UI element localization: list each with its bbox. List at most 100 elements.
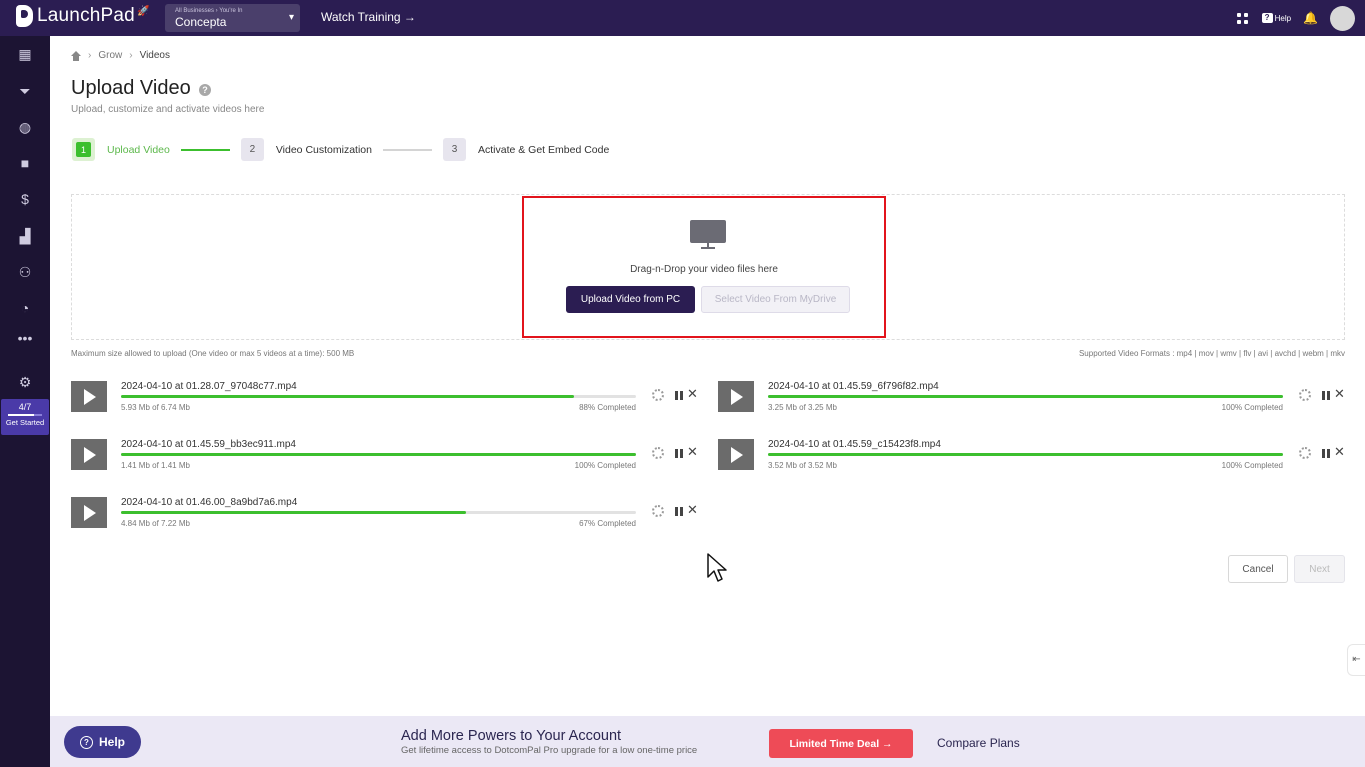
help-icon[interactable]: ?	[199, 84, 211, 96]
analytics-icon[interactable]: ▟	[17, 228, 33, 244]
step-connector	[180, 148, 230, 151]
logo-mark-icon	[16, 5, 33, 27]
monitor-icon	[690, 220, 726, 249]
apps-grid-icon[interactable]	[1236, 12, 1248, 24]
pause-icon[interactable]	[1322, 391, 1330, 400]
select-from-mydrive-button[interactable]: Select Video From MyDrive	[701, 286, 850, 313]
play-icon[interactable]	[71, 439, 107, 470]
bell-icon[interactable]: 🔔	[1303, 11, 1318, 25]
pause-icon[interactable]	[675, 391, 683, 400]
close-icon[interactable]: ✕	[1334, 386, 1345, 402]
upload-item: 2024-04-10 at 01.45.59_6f796f82.mp4 3.25…	[718, 381, 1348, 421]
promo-subtitle: Get lifetime access to DotcomPal Pro upg…	[401, 745, 698, 756]
upload-from-pc-button[interactable]: Upload Video from PC	[566, 286, 695, 313]
step-connector	[382, 148, 432, 151]
watch-training-link[interactable]: Watch Training →	[321, 10, 416, 24]
upload-progress-bar	[121, 395, 636, 398]
upload-item: 2024-04-10 at 01.45.59_c15423f8.mp4 3.52…	[718, 439, 1348, 479]
chevron-down-icon: ▾	[288, 12, 294, 23]
close-icon[interactable]: ✕	[1334, 444, 1345, 460]
upload-progress-bar	[768, 453, 1283, 456]
close-icon[interactable]: ✕	[687, 444, 698, 460]
cancel-button[interactable]: Cancel	[1228, 555, 1288, 583]
file-size: 4.84 Mb of 7.22 Mb	[121, 519, 190, 528]
file-percent: 100% Completed	[574, 461, 636, 470]
mouse-cursor-icon	[707, 553, 727, 582]
play-icon[interactable]	[718, 439, 754, 470]
top-bar: LaunchPad 🚀 All Businesses › You're In C…	[0, 0, 1365, 36]
next-button[interactable]: Next	[1294, 555, 1345, 583]
rocket-icon: 🚀	[136, 5, 150, 17]
step-1-label: Upload Video	[107, 143, 170, 156]
file-name: 2024-04-10 at 01.45.59_6f796f82.mp4	[768, 381, 939, 392]
breadcrumb-videos: Videos	[139, 50, 170, 61]
file-size: 3.25 Mb of 3.25 Mb	[768, 403, 837, 412]
spinner-icon	[652, 505, 664, 517]
breadcrumb: › Grow › Videos	[71, 50, 170, 61]
breadcrumb-separator: ›	[88, 50, 92, 61]
file-name: 2024-04-10 at 01.45.59_c15423f8.mp4	[768, 439, 941, 450]
step-3-number: 3	[442, 138, 466, 161]
pause-icon[interactable]	[675, 507, 683, 516]
close-icon[interactable]: ✕	[687, 386, 698, 402]
home-icon[interactable]	[71, 50, 81, 61]
more-icon[interactable]: •••	[17, 330, 33, 346]
globe-icon[interactable]: ◍	[17, 119, 33, 135]
dollar-icon[interactable]: $	[17, 191, 33, 207]
file-percent: 88% Completed	[579, 403, 636, 412]
file-name: 2024-04-10 at 01.28.07_97048c77.mp4	[121, 381, 297, 392]
video-icon[interactable]: ■	[17, 155, 33, 171]
file-name: 2024-04-10 at 01.45.59_bb3ec911.mp4	[121, 439, 296, 450]
pause-icon[interactable]	[1322, 449, 1330, 458]
file-percent: 100% Completed	[1221, 461, 1283, 470]
play-icon[interactable]	[71, 497, 107, 528]
promo-footer	[50, 716, 1365, 767]
step-1-number: 1	[72, 138, 95, 161]
get-started-label: Get Started	[5, 418, 45, 427]
settings-icon[interactable]: ⚙	[17, 374, 33, 390]
play-icon[interactable]	[718, 381, 754, 412]
launchpad-logo[interactable]: LaunchPad 🚀	[16, 5, 149, 27]
upload-item: 2024-04-10 at 01.45.59_bb3ec911.mp4 1.41…	[71, 439, 701, 479]
upload-item: 2024-04-10 at 01.28.07_97048c77.mp4 5.93…	[71, 381, 701, 421]
file-percent: 100% Completed	[1221, 403, 1283, 412]
breadcrumb-separator: ›	[129, 50, 133, 61]
close-icon[interactable]: ✕	[687, 502, 698, 518]
play-icon[interactable]	[71, 381, 107, 412]
page-title: Upload Video	[71, 77, 191, 99]
file-percent: 67% Completed	[579, 519, 636, 528]
business-name: Concepta	[175, 15, 227, 29]
gauge-icon[interactable]: ◔	[17, 300, 33, 316]
sidebar: ▦ ⏷ ◍ ■ $ ▟ ⚇ ◔ ••• ⚙ 4/7 Get Started	[0, 36, 50, 767]
spinner-icon	[1299, 447, 1311, 459]
users-icon[interactable]: ⚇	[17, 264, 33, 280]
get-started-progress	[8, 414, 42, 416]
upload-item: 2024-04-10 at 01.46.00_8a9bd7a6.mp4 4.84…	[71, 497, 701, 537]
brand-name: LaunchPad	[37, 5, 135, 26]
step-3-label: Activate & Get Embed Code	[477, 143, 610, 156]
page-subtitle: Upload, customize and activate videos he…	[71, 104, 265, 115]
upload-progress-bar	[768, 395, 1283, 398]
business-crumb: All Businesses › You're In	[175, 8, 243, 14]
help-icon: ?	[79, 735, 93, 749]
help-link[interactable]: ? Help	[1261, 13, 1292, 23]
collapse-panel-icon[interactable]: ⇤	[1347, 644, 1365, 676]
funnel-icon[interactable]: ⏷	[17, 83, 33, 99]
limited-time-deal-button[interactable]: Limited Time Deal →	[769, 729, 913, 758]
breadcrumb-grow[interactable]: Grow	[98, 50, 122, 61]
file-name: 2024-04-10 at 01.46.00_8a9bd7a6.mp4	[121, 497, 298, 508]
spinner-icon	[652, 389, 664, 401]
step-2-label: Video Customization	[275, 143, 372, 156]
business-switcher[interactable]: All Businesses › You're In Concepta ▾	[165, 4, 300, 32]
help-label: Help	[1274, 13, 1292, 23]
pause-icon[interactable]	[675, 449, 683, 458]
upload-progress-bar	[121, 453, 636, 456]
get-started-widget[interactable]: 4/7 Get Started	[1, 399, 49, 435]
compare-plans-link[interactable]: Compare Plans	[937, 736, 1020, 750]
promo-title: Add More Powers to Your Account	[401, 728, 622, 744]
spinner-icon	[1299, 389, 1311, 401]
avatar[interactable]	[1330, 5, 1355, 31]
dashboard-icon[interactable]: ▦	[17, 46, 33, 62]
upload-progress-bar	[121, 511, 636, 514]
help-button[interactable]: ? Help	[64, 726, 141, 758]
